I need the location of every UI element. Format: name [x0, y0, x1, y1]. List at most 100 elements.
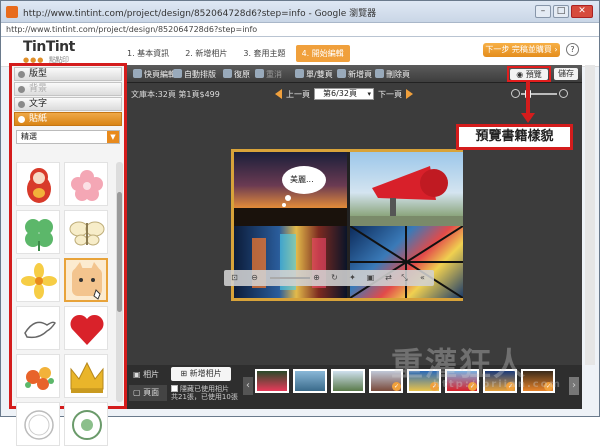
photo-thumbnail[interactable]: [255, 369, 289, 393]
single-double-page-button[interactable]: 單/雙頁: [295, 69, 333, 80]
tray-next-icon[interactable]: ›: [569, 377, 579, 395]
sidebar-section-stickers[interactable]: 貼紙: [14, 112, 122, 126]
sticker-grid: [16, 162, 112, 446]
tray-prev-icon[interactable]: ‹: [243, 377, 253, 395]
photo-thumbnail[interactable]: [331, 369, 365, 393]
zoom-out-photo-icon[interactable]: ⊖: [250, 273, 259, 282]
speech-bubble-text[interactable]: 美麗...: [290, 174, 314, 185]
scroll-thumb[interactable]: [117, 192, 122, 312]
megaphone-photo[interactable]: [350, 152, 463, 226]
preview-button[interactable]: ◉ 預覽: [510, 69, 548, 80]
add-photo-icon: ⊞: [180, 369, 190, 378]
redo-button[interactable]: 重消: [255, 69, 282, 80]
swap-icon[interactable]: ⇄: [384, 273, 393, 282]
help-icon[interactable]: ?: [566, 43, 579, 56]
minimize-button[interactable]: –: [535, 5, 551, 18]
sticker-stamp-icon[interactable]: [16, 402, 60, 446]
step-apply-theme[interactable]: 3. 套用主題: [237, 45, 291, 62]
sticker-bird-icon[interactable]: [16, 306, 60, 350]
fit-icon[interactable]: ⤡: [400, 273, 409, 282]
hide-used-option[interactable]: 隱藏已使用相片 共21張，已使用10張: [171, 385, 238, 401]
prev-page-arrow-icon[interactable]: [275, 89, 282, 99]
callout-arrow-head-icon: [521, 113, 535, 123]
quick-edit-button[interactable]: 快頁編輯: [133, 69, 176, 80]
chevron-down-icon: ▼: [107, 131, 119, 143]
preview-highlight: ◉ 預覽: [507, 66, 551, 82]
sidebar-section-background[interactable]: 背景: [14, 82, 122, 96]
effects-icon[interactable]: ✦: [348, 273, 357, 282]
sticker-pink-flower-icon[interactable]: [64, 162, 108, 206]
zoom-in-photo-icon[interactable]: ⊕: [312, 273, 321, 282]
sticker-heart-icon[interactable]: [64, 306, 108, 350]
camera-icon: ▣: [133, 370, 144, 379]
hide-used-checkbox[interactable]: [171, 385, 178, 392]
sticker-filter-select[interactable]: 精選 ▼: [16, 130, 120, 144]
crop-icon[interactable]: ⊡: [230, 273, 239, 282]
tintint-logo[interactable]: TinTint ●●● 點點印: [23, 39, 75, 64]
window-title: http://www.tintint.com/project/design/85…: [23, 9, 377, 19]
photo-zoom-track[interactable]: [270, 277, 310, 279]
sticker-badge-icon[interactable]: [64, 402, 108, 446]
sticker-matryoshka-icon[interactable]: [16, 162, 60, 206]
zoom-out-icon[interactable]: [511, 89, 520, 98]
toolbar-label: 新增頁: [348, 70, 372, 79]
stained-glass-photo[interactable]: [350, 226, 463, 298]
delete-page-button[interactable]: 刪除頁: [375, 69, 410, 80]
address-url[interactable]: http://www.tintint.com/project/design/85…: [6, 25, 257, 34]
sticker-butterfly-icon[interactable]: [64, 210, 108, 254]
rotate-icon[interactable]: ↻: [330, 273, 339, 282]
filter-value: 精選: [21, 132, 37, 141]
next-step-button[interactable]: 下一步 完稿並購買 ›: [483, 43, 560, 57]
sidebar-section-text[interactable]: 文字: [14, 97, 122, 111]
tab-pages-label: 頁面: [143, 388, 160, 397]
watermark-url: http://briian.com: [433, 379, 562, 390]
save-button[interactable]: 儲存: [554, 68, 578, 80]
add-page-button[interactable]: 新增頁: [337, 69, 372, 80]
sidebar-section-layout[interactable]: 版型: [14, 67, 122, 81]
step-start-editing[interactable]: 4. 開始編輯: [295, 45, 350, 62]
logo-text: TinTint: [23, 39, 75, 55]
hide-used-label: 隱藏已使用相片: [180, 385, 229, 393]
maximize-button[interactable]: □: [553, 5, 569, 18]
bullet-icon: [18, 116, 25, 123]
tab-pages[interactable]: ▢ 頁面: [129, 385, 167, 401]
step-basic-info[interactable]: 1. 基本資訊: [121, 45, 175, 62]
prev-page-link[interactable]: 上一頁: [286, 89, 310, 100]
photo-tool-bar: ⊡ ⊖ ⊕ ↻ ✦ ▣ ⇄ ⤡ «: [224, 270, 434, 286]
tab-photos[interactable]: ▣ 相片: [129, 367, 167, 383]
book-editor: 快頁編輯 自動排版 復原 重消 單/雙頁 新增頁 刪除頁 ◉ 預覽 儲存 文庫本…: [127, 65, 582, 365]
close-button[interactable]: ✕: [571, 5, 593, 18]
sticker-scrollbar[interactable]: [116, 162, 123, 402]
next-page-arrow-icon[interactable]: [406, 89, 413, 99]
page-select[interactable]: 第6/32頁: [314, 88, 374, 100]
tab-photos-label: 相片: [143, 370, 160, 379]
sticker-crown-icon[interactable]: [64, 354, 108, 398]
editor-scrollbar[interactable]: [585, 65, 595, 365]
zoom-in-icon[interactable]: [559, 89, 568, 98]
editor-toolbar: 快頁編輯 自動排版 復原 重消 單/雙頁 新增頁 刪除頁 ◉ 預覽 儲存: [127, 65, 582, 83]
zoom-slider[interactable]: [511, 89, 575, 99]
lantern-photo[interactable]: [234, 226, 347, 298]
photo-thumbnail[interactable]: [293, 369, 327, 393]
sticker-cat-icon[interactable]: [64, 258, 108, 302]
page-pager: 上一頁 第6/32頁 下一頁: [275, 87, 413, 101]
address-bar[interactable]: http://www.tintint.com/project/design/85…: [1, 23, 599, 37]
layers-icon[interactable]: ▣: [366, 273, 375, 282]
preview-callout: 預覽書籍樣貌: [456, 124, 573, 150]
sticker-flower-bouquet-icon[interactable]: [16, 354, 60, 398]
page-icon: ▢: [133, 388, 144, 397]
undo-button[interactable]: 復原: [223, 69, 250, 80]
sticker-clover-icon[interactable]: [16, 210, 60, 254]
add-photo-label: 新增相片: [189, 369, 222, 378]
more-icon[interactable]: «: [418, 273, 427, 282]
step-add-photos[interactable]: 2. 新增相片: [179, 45, 233, 62]
toolbar-label: 快頁編輯: [144, 70, 176, 79]
sunset-photo[interactable]: 美麗...: [234, 152, 347, 226]
toolbar-label: 單/雙頁: [306, 70, 333, 79]
add-photo-button[interactable]: ⊞ 新增相片: [171, 367, 231, 381]
toolbar-label: 刪除頁: [386, 70, 410, 79]
auto-layout-button[interactable]: 自動排版: [173, 69, 216, 80]
sticker-yellow-flower-icon[interactable]: [16, 258, 60, 302]
redo-icon: [255, 69, 264, 78]
next-page-link[interactable]: 下一頁: [378, 89, 402, 100]
